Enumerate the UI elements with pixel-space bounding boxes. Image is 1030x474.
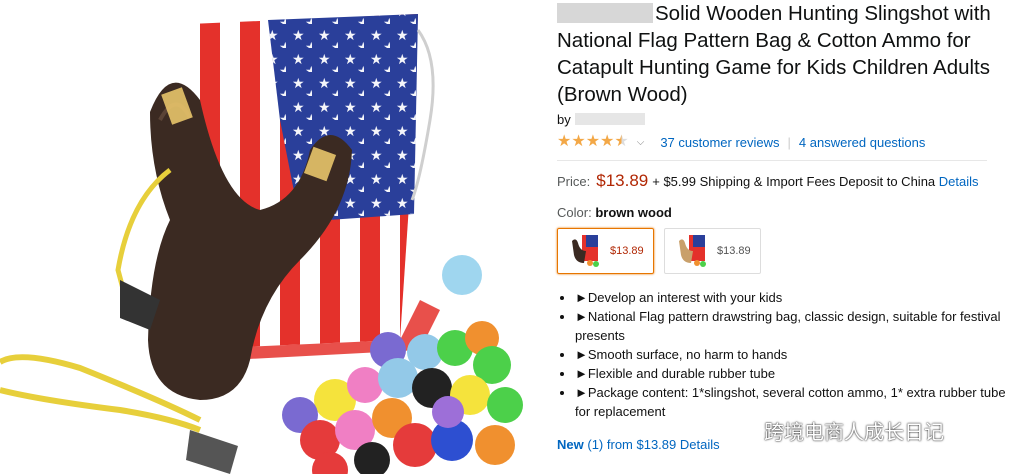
offers-count[interactable]: (1) bbox=[587, 437, 603, 452]
shipping-info: + $5.99 Shipping & Import Fees Deposit t… bbox=[652, 174, 936, 189]
shipping-details-link[interactable]: Details bbox=[939, 174, 979, 189]
color-label: Color: bbox=[557, 205, 592, 220]
product-details: Solid Wooden Hunting Slingshot with Nati… bbox=[557, 0, 1022, 452]
star-icon: ★ bbox=[585, 133, 601, 150]
chevron-down-icon[interactable]: ⌵ bbox=[637, 137, 645, 148]
wechat-icon bbox=[723, 418, 757, 443]
offers-details-link[interactable]: Details bbox=[680, 437, 720, 452]
offers-from[interactable]: from $13.89 bbox=[607, 437, 676, 452]
feature-bullet: ►Smooth surface, no harm to hands bbox=[575, 345, 1022, 364]
product-title[interactable]: Solid Wooden Hunting Slingshot with Nati… bbox=[557, 0, 1022, 108]
swatch-thumbnail bbox=[679, 235, 706, 267]
swatch-brown-wood[interactable]: $13.89 bbox=[557, 228, 654, 274]
swatch-price: $13.89 bbox=[717, 245, 751, 257]
feature-bullet: ►Develop an interest with your kids bbox=[575, 288, 1022, 307]
color-selector: Color: brown wood bbox=[557, 205, 1022, 220]
half-star-icon: ★ bbox=[614, 133, 629, 150]
redacted-brand bbox=[557, 3, 653, 23]
feature-bullet: ►Flexible and durable rubber tube bbox=[575, 364, 1022, 383]
product-image[interactable]: ★ ★ bbox=[0, 0, 545, 474]
separator: | bbox=[787, 134, 791, 150]
feature-bullets: ►Develop an interest with your kids ►Nat… bbox=[557, 288, 1022, 421]
star-rating[interactable]: ★ ★ ★ ★ ★ bbox=[557, 134, 629, 150]
feature-bullet: ►National Flag pattern drawstring bag, c… bbox=[575, 307, 1022, 345]
swatch-list: $13.89 $13.89 bbox=[557, 228, 1022, 274]
star-icon: ★ bbox=[557, 133, 572, 150]
rating-row: ★ ★ ★ ★ ★ ⌵ 37 customer reviews | 4 answ… bbox=[557, 132, 1022, 152]
watermark-text: 跨境电商人成长日记 bbox=[764, 420, 944, 444]
price-value: $13.89 bbox=[596, 171, 649, 190]
answered-questions-link[interactable]: 4 answered questions bbox=[799, 135, 925, 150]
new-label[interactable]: New bbox=[557, 437, 584, 452]
star-icon: ★ bbox=[571, 133, 586, 150]
watermark: 跨境电商人成长日记 bbox=[722, 416, 944, 445]
swatch-thumbnail bbox=[572, 235, 599, 267]
color-value: brown wood bbox=[595, 205, 672, 220]
brand-link[interactable] bbox=[574, 113, 645, 125]
swatch-alt[interactable]: $13.89 bbox=[664, 228, 761, 274]
swatch-price: $13.89 bbox=[610, 245, 644, 257]
divider bbox=[557, 160, 987, 161]
customer-reviews-link[interactable]: 37 customer reviews bbox=[660, 135, 779, 150]
byline: by bbox=[557, 112, 1022, 127]
star-icon: ★ bbox=[600, 133, 615, 150]
price-row: Price: $13.89 + $5.99 Shipping & Import … bbox=[557, 171, 1022, 191]
price-label: Price: bbox=[557, 174, 591, 189]
by-label: by bbox=[557, 112, 571, 127]
